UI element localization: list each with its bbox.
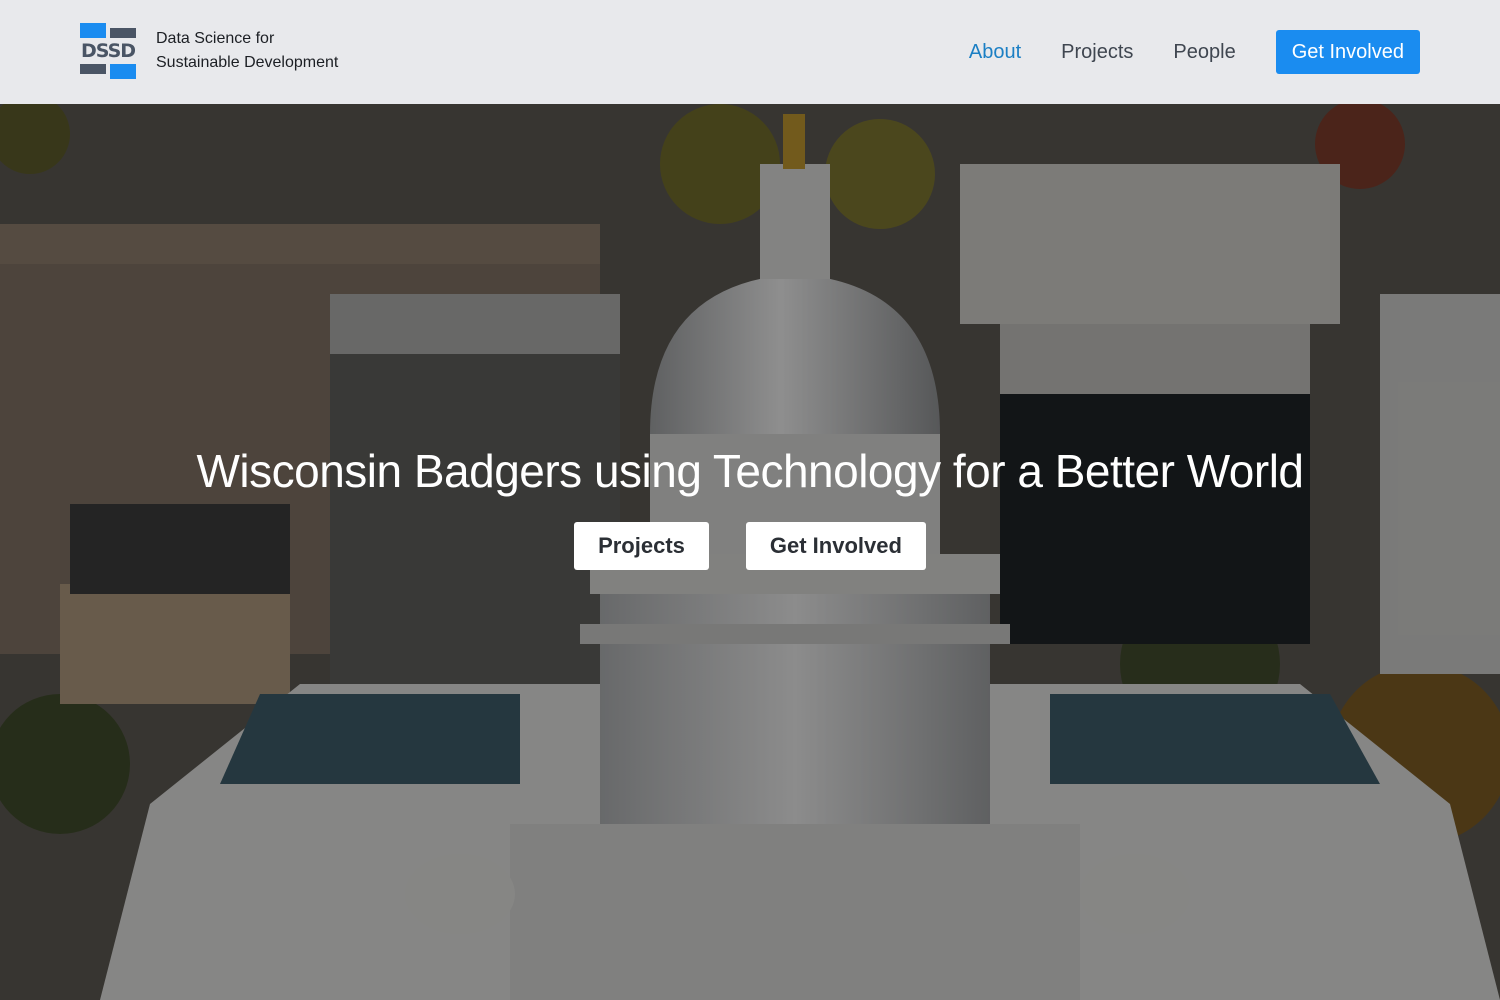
main-nav: About Projects People Get Involved	[929, 30, 1420, 74]
site-header: DSSD Data Science for Sustainable Develo…	[0, 0, 1500, 104]
brand-name: Data Science for Sustainable Development	[156, 27, 338, 75]
nav-link-about[interactable]: About	[969, 41, 1021, 64]
hero-projects-button[interactable]: Projects	[574, 522, 709, 570]
nav-link-people[interactable]: People	[1173, 41, 1235, 64]
hero-title: Wisconsin Badgers using Technology for a…	[196, 445, 1304, 497]
dssd-logo-icon: DSSD	[80, 23, 136, 79]
brand-name-line1: Data Science for	[156, 30, 275, 47]
hero-get-involved-button[interactable]: Get Involved	[745, 522, 926, 570]
nav-link-projects[interactable]: Projects	[1061, 41, 1133, 64]
hero-section: Wisconsin Badgers using Technology for a…	[0, 104, 1500, 1000]
hero-button-group: Projects Get Involved	[0, 522, 1500, 570]
brand-logo-link[interactable]: DSSD Data Science for Sustainable Develo…	[80, 23, 338, 79]
get-involved-button[interactable]: Get Involved	[1275, 30, 1420, 74]
brand-name-line2: Sustainable Development	[156, 54, 339, 71]
